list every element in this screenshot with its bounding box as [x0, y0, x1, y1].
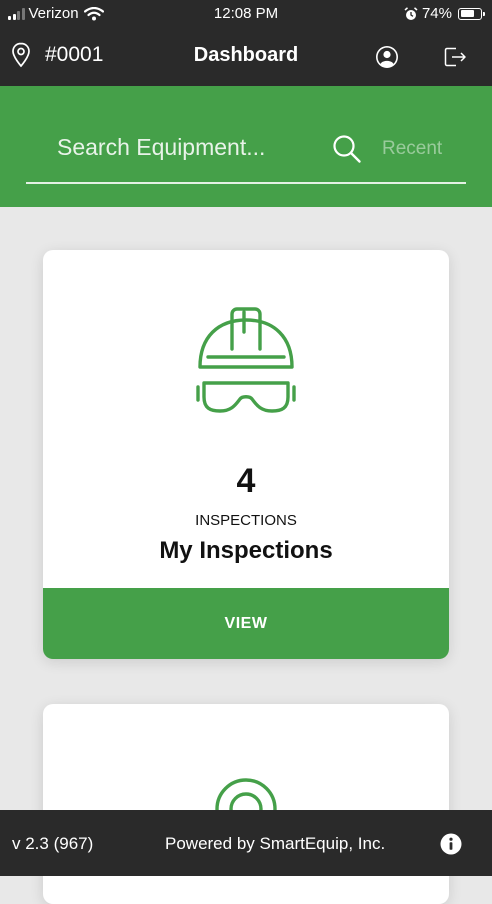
info-icon[interactable]: [440, 833, 462, 855]
search-bar: Search Equipment... Recent: [0, 86, 492, 207]
view-button[interactable]: VIEW: [43, 588, 449, 659]
powered-by-label: Powered by SmartEquip, Inc.: [165, 834, 386, 853]
version-label: v 2.3 (967): [12, 834, 94, 853]
inspections-card[interactable]: 4 INSPECTIONS My Inspections VIEW: [43, 250, 449, 659]
battery-fill: [460, 10, 474, 17]
alarm-icon: [404, 6, 418, 20]
hard-hat-goggles-icon: [196, 307, 296, 413]
status-bar: Verizon 12:08 PM 74%: [0, 0, 492, 28]
battery-icon: [458, 7, 485, 20]
search-icon[interactable]: [332, 134, 362, 164]
user-icon[interactable]: [375, 45, 399, 69]
search-input[interactable]: Search Equipment...: [57, 134, 265, 161]
inspection-count: 4: [236, 462, 256, 500]
page-title: Dashboard: [193, 44, 299, 66]
footer-bar: v 2.3 (967) Powered by SmartEquip, Inc.: [0, 810, 492, 876]
search-underline: [26, 182, 466, 184]
battery-percent: 74%: [421, 5, 452, 22]
recent-button[interactable]: Recent: [382, 138, 442, 160]
inspection-unit: INSPECTIONS: [195, 512, 297, 529]
status-right: 74%: [404, 5, 485, 22]
logout-icon[interactable]: [443, 45, 467, 69]
card-title: My Inspections: [159, 537, 333, 564]
nav-bar: #0001 Dashboard: [0, 28, 492, 86]
